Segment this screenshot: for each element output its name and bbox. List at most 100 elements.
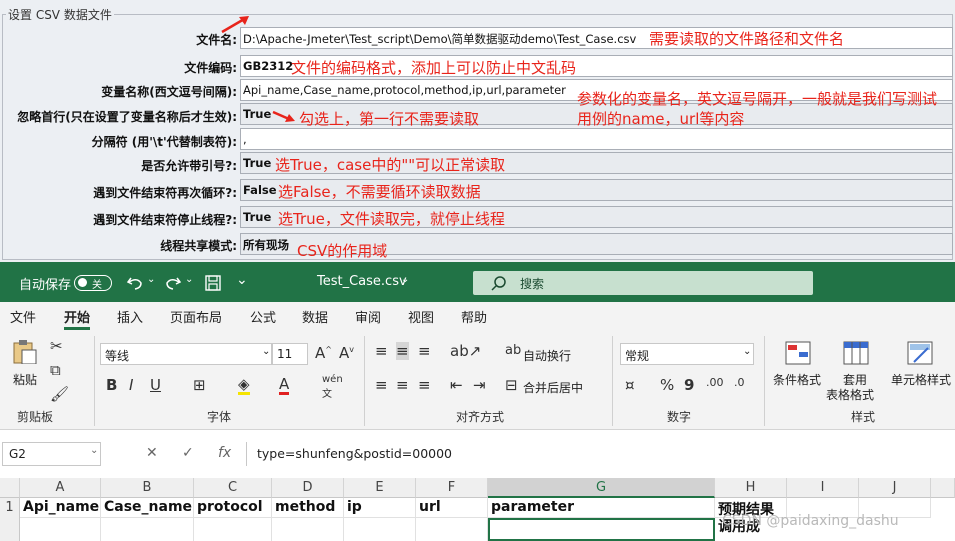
formula-input[interactable]: type=shunfeng&postid=00000 xyxy=(246,442,955,466)
column-header-b[interactable]: B xyxy=(101,478,194,498)
row-header-2[interactable] xyxy=(0,518,20,541)
tab-home[interactable]: 开始 xyxy=(64,307,90,326)
cell-a1[interactable]: Api_name xyxy=(20,498,101,518)
number-format-select[interactable]: 常规 xyxy=(620,343,754,365)
underline-icon[interactable]: U xyxy=(150,376,161,394)
increase-indent-icon[interactable]: ⇥ xyxy=(473,376,486,394)
align-top-icon[interactable]: ≡ xyxy=(375,342,388,360)
cell-a2[interactable] xyxy=(20,518,101,541)
column-header-e[interactable]: E xyxy=(344,478,416,498)
wrap-text-icon[interactable]: ab xyxy=(505,343,521,358)
tab-view[interactable]: 视图 xyxy=(408,307,434,326)
format-painter-icon[interactable]: 🖌 xyxy=(50,385,69,403)
save-icon[interactable] xyxy=(204,274,222,292)
search-placeholder: 搜索 xyxy=(520,277,545,291)
chevron-down-icon[interactable]: ⌄ xyxy=(185,274,193,285)
paste-label[interactable]: 粘贴 xyxy=(13,371,37,388)
chevron-down-icon[interactable]: ⌄ xyxy=(262,346,270,357)
merge-center-icon[interactable]: ⊟ xyxy=(505,376,518,394)
font-size-select[interactable]: 11 xyxy=(272,343,308,365)
note-encoding: 文件的编码格式，添加上可以防止中文乱码 xyxy=(291,59,577,77)
paste-icon[interactable] xyxy=(10,338,38,364)
delimiter-input[interactable]: , xyxy=(240,128,953,150)
align-center-icon[interactable]: ≡ xyxy=(396,376,409,394)
increase-font-icon[interactable]: A^ xyxy=(315,344,332,362)
customize-qat-icon[interactable]: ⌄ xyxy=(236,272,248,288)
conditional-formatting-label[interactable]: 条件格式 xyxy=(773,371,821,388)
enter-icon[interactable]: ✓ xyxy=(182,445,194,461)
chevron-down-icon[interactable]: ⌄ xyxy=(743,346,751,357)
cell-c1[interactable]: protocol xyxy=(194,498,272,518)
column-header-j[interactable]: J xyxy=(859,478,931,498)
phonetic-icon[interactable]: wén 文 xyxy=(322,374,343,400)
cell-b2[interactable] xyxy=(101,518,194,541)
tab-page-layout[interactable]: 页面布局 xyxy=(170,307,222,326)
chevron-down-icon[interactable]: ⌄ xyxy=(401,274,409,285)
tab-formulas[interactable]: 公式 xyxy=(250,307,276,326)
cell-d1[interactable]: method xyxy=(272,498,344,518)
column-header-h[interactable]: H xyxy=(715,478,787,498)
percent-icon[interactable]: % xyxy=(660,376,674,394)
column-header-g[interactable]: G xyxy=(488,478,715,498)
decrease-indent-icon[interactable]: ⇤ xyxy=(450,376,463,394)
insert-function-icon[interactable]: fx xyxy=(218,445,231,461)
cut-icon[interactable]: ✂ xyxy=(50,337,63,355)
search-box[interactable]: 搜索 xyxy=(473,271,813,295)
cell-d2[interactable] xyxy=(272,518,344,541)
align-bottom-icon[interactable]: ≡ xyxy=(418,342,431,360)
borders-icon[interactable]: ⊞ xyxy=(193,376,206,394)
tab-help[interactable]: 帮助 xyxy=(461,307,487,326)
column-header-i[interactable]: I xyxy=(787,478,859,498)
wrap-text-label[interactable]: 自动换行 xyxy=(523,347,571,364)
font-color-icon[interactable]: A xyxy=(279,376,290,395)
chevron-down-icon[interactable]: ⌄ xyxy=(90,445,98,456)
column-header-d[interactable]: D xyxy=(272,478,344,498)
cancel-icon[interactable]: ✕ xyxy=(146,445,158,461)
align-middle-icon[interactable]: ≡ xyxy=(396,342,409,360)
cell-g1[interactable]: parameter xyxy=(488,498,715,518)
decrease-font-icon[interactable]: Av xyxy=(339,344,354,362)
chevron-down-icon[interactable]: ⌄ xyxy=(147,274,155,285)
autosave-toggle[interactable]: 关 xyxy=(74,275,112,291)
column-header-a[interactable]: A xyxy=(20,478,101,498)
cell-g2-selected[interactable] xyxy=(488,518,715,541)
cell-styles-label[interactable]: 单元格样式 xyxy=(891,371,951,388)
font-name-select[interactable]: 等线 xyxy=(100,343,272,365)
watermark: CSDN @paidaxing_dashu xyxy=(722,513,899,529)
comma-style-icon[interactable]: 9 xyxy=(684,376,694,394)
cell-e1[interactable]: ip xyxy=(344,498,416,518)
cell-b1[interactable]: Case_name xyxy=(101,498,194,518)
cell-f1[interactable]: url xyxy=(416,498,488,518)
copy-icon[interactable]: ⧉ xyxy=(50,361,61,379)
column-header-k[interactable] xyxy=(931,478,955,498)
cell-e2[interactable] xyxy=(344,518,416,541)
tab-insert[interactable]: 插入 xyxy=(117,307,143,326)
tab-file[interactable]: 文件 xyxy=(10,307,36,326)
currency-icon[interactable]: ¤ xyxy=(625,376,635,394)
decrease-decimal-icon[interactable]: .0 xyxy=(734,376,745,389)
redo-icon[interactable] xyxy=(164,274,182,292)
undo-icon[interactable] xyxy=(126,274,144,292)
italic-icon[interactable]: I xyxy=(129,376,133,394)
column-header-f[interactable]: F xyxy=(416,478,488,498)
format-as-table-icon[interactable] xyxy=(842,340,870,366)
cell-f2[interactable] xyxy=(416,518,488,541)
orientation-icon[interactable]: ab↗ xyxy=(450,342,481,360)
row-header-1[interactable]: 1 xyxy=(0,498,20,518)
align-right-icon[interactable]: ≡ xyxy=(418,376,431,394)
column-header-c[interactable]: C xyxy=(194,478,272,498)
increase-decimal-icon[interactable]: .00 xyxy=(706,376,724,389)
merge-center-label[interactable]: 合并后居中 xyxy=(523,379,583,396)
conditional-formatting-icon[interactable] xyxy=(784,340,812,366)
format-as-table-label-2[interactable]: 表格格式 xyxy=(826,386,874,403)
cell-c2[interactable] xyxy=(194,518,272,541)
select-all-corner[interactable] xyxy=(0,478,20,498)
bold-icon[interactable]: B xyxy=(106,376,117,394)
align-left-icon[interactable]: ≡ xyxy=(375,376,388,394)
tab-review[interactable]: 审阅 xyxy=(355,307,381,326)
name-box[interactable]: G2 xyxy=(2,442,101,466)
cell-styles-icon[interactable] xyxy=(906,340,934,366)
filename-input[interactable]: D:\Apache-Jmeter\Test_script\Demo\简单数据驱动… xyxy=(240,27,953,49)
fill-color-icon[interactable]: ◈ xyxy=(238,376,250,395)
tab-data[interactable]: 数据 xyxy=(302,307,328,326)
